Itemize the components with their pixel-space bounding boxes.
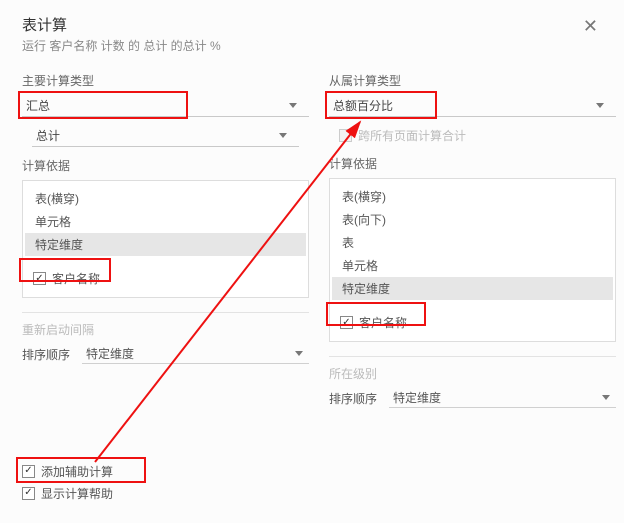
primary-section-label: 主要计算类型	[22, 72, 309, 89]
level-label: 所在级别	[329, 365, 616, 382]
secondary-dim-check-row[interactable]: 客户名称	[340, 314, 605, 331]
primary-basis-list[interactable]: 表(横穿) 单元格 特定维度 客户名称	[22, 180, 309, 298]
list-item[interactable]: 表(横穿)	[25, 187, 306, 210]
add-secondary-label: 添加辅助计算	[41, 463, 113, 480]
primary-sort-label: 排序顺序	[22, 346, 70, 363]
primary-subtype-value: 总计	[32, 127, 279, 144]
primary-type-value: 汇总	[22, 97, 289, 114]
secondary-sort-select[interactable]: 特定维度	[389, 388, 616, 408]
checkbox-icon	[339, 129, 352, 142]
primary-dim-label: 客户名称	[52, 270, 100, 287]
list-item[interactable]: 特定维度	[25, 233, 306, 256]
primary-subtype-select[interactable]: 总计	[32, 125, 299, 147]
list-item[interactable]: 单元格	[25, 210, 306, 233]
checkbox-icon	[22, 465, 35, 478]
checkbox-icon	[22, 487, 35, 500]
secondary-panel: 从属计算类型 总额百分比 跨所有页面计算合计 计算依据 表(横穿) 表(向下) …	[329, 72, 616, 408]
checkbox-icon	[33, 272, 46, 285]
chevron-down-icon	[295, 351, 303, 356]
add-secondary-check[interactable]: 添加辅助计算	[22, 461, 113, 481]
dialog-subtitle: 运行 客户名称 计数 的 总计 的总计 %	[22, 37, 221, 54]
cross-pages-label: 跨所有页面计算合计	[358, 127, 466, 144]
secondary-basis-list[interactable]: 表(横穿) 表(向下) 表 单元格 特定维度 客户名称	[329, 178, 616, 342]
list-item[interactable]: 表(横穿)	[332, 185, 613, 208]
checkbox-icon	[340, 316, 353, 329]
show-help-label: 显示计算帮助	[41, 485, 113, 502]
list-item[interactable]: 单元格	[332, 254, 613, 277]
chevron-down-icon	[602, 395, 610, 400]
secondary-basis-label: 计算依据	[329, 155, 616, 172]
list-item[interactable]: 表	[332, 231, 613, 254]
primary-type-select[interactable]: 汇总	[22, 95, 309, 117]
secondary-section-label: 从属计算类型	[329, 72, 616, 89]
chevron-down-icon	[279, 133, 287, 138]
show-help-check[interactable]: 显示计算帮助	[22, 483, 113, 503]
primary-basis-label: 计算依据	[22, 157, 309, 174]
secondary-sort-value: 特定维度	[393, 389, 441, 406]
primary-dim-check-row[interactable]: 客户名称	[33, 270, 298, 287]
restart-interval-label: 重新启动间隔	[22, 321, 309, 338]
primary-sort-value: 特定维度	[86, 345, 134, 362]
secondary-sort-label: 排序顺序	[329, 390, 377, 407]
list-item[interactable]: 特定维度	[332, 277, 613, 300]
close-button[interactable]: ✕	[577, 14, 604, 39]
list-item[interactable]: 表(向下)	[332, 208, 613, 231]
primary-panel: 主要计算类型 汇总 总计 计算依据 表(横穿) 单元格 特定维度 客户名称	[22, 72, 309, 408]
secondary-dim-label: 客户名称	[359, 314, 407, 331]
secondary-type-value: 总额百分比	[329, 97, 596, 114]
chevron-down-icon	[596, 103, 604, 108]
secondary-type-select[interactable]: 总额百分比	[329, 95, 616, 117]
dialog-title: 表计算	[22, 14, 221, 35]
primary-sort-select[interactable]: 特定维度	[82, 344, 309, 364]
chevron-down-icon	[289, 103, 297, 108]
